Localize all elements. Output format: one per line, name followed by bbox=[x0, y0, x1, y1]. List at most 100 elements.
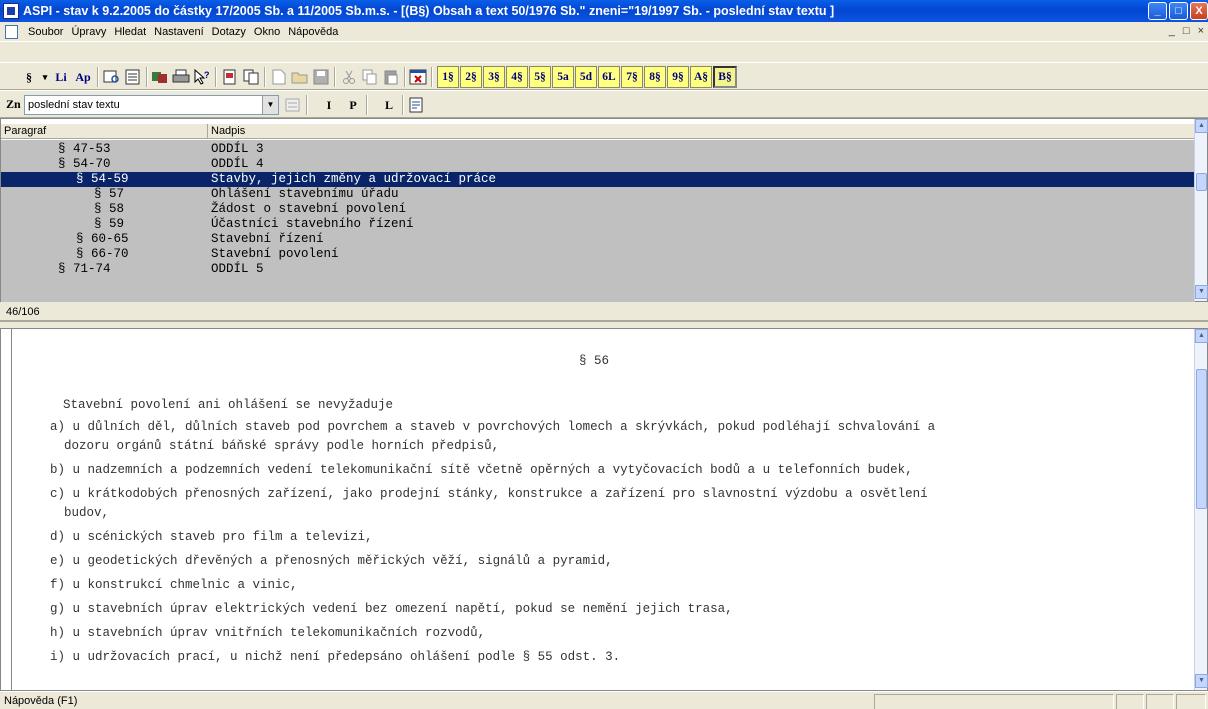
column-header-nadpis[interactable]: Nadpis bbox=[211, 125, 245, 137]
toolbar-separator bbox=[431, 67, 433, 87]
scroll-up-icon[interactable]: ▲ bbox=[1195, 119, 1208, 133]
open-folder-icon[interactable] bbox=[291, 69, 309, 85]
table-row[interactable]: § 57 Ohlášení stavebnímu úřadu bbox=[1, 187, 1195, 202]
row-nadpis: Stavební řízení bbox=[211, 232, 324, 246]
link-icon[interactable] bbox=[151, 69, 169, 85]
chevron-down-icon[interactable]: ▼ bbox=[262, 96, 278, 114]
print-icon[interactable] bbox=[172, 69, 190, 85]
mdi-close-button[interactable]: × bbox=[1198, 25, 1204, 37]
table-row[interactable]: § 47-53 ODDÍL 3 bbox=[1, 142, 1195, 157]
compare-icon[interactable] bbox=[284, 97, 302, 113]
document-line: b) u nadzemních a podzemních vedení tele… bbox=[50, 463, 913, 477]
mdi-restore-button[interactable]: □ bbox=[1183, 25, 1190, 37]
document-line: d) u scénických staveb pro film a televi… bbox=[50, 530, 373, 544]
scroll-thumb[interactable] bbox=[1196, 173, 1207, 191]
scroll-thumb[interactable] bbox=[1196, 369, 1207, 509]
yellow-button-7[interactable]: 7§ bbox=[621, 66, 643, 88]
yellow-button-9[interactable]: 9§ bbox=[667, 66, 689, 88]
new-file-icon[interactable] bbox=[270, 69, 288, 85]
toolbar-separator bbox=[264, 67, 266, 87]
list-icon[interactable] bbox=[124, 69, 142, 85]
row-paragraf: § 59 bbox=[94, 217, 125, 231]
table-row[interactable]: § 71-74 ODDÍL 5 bbox=[1, 262, 1195, 277]
column-divider[interactable] bbox=[207, 124, 208, 139]
menu-soubor[interactable]: Soubor bbox=[24, 26, 67, 38]
table-row[interactable]: § 58 Žádost o stavební povolení bbox=[1, 202, 1195, 217]
scroll-down-icon[interactable]: ▼ bbox=[1195, 674, 1208, 688]
find-icon[interactable] bbox=[103, 69, 121, 85]
version-select-value: poslední stav textu bbox=[28, 99, 120, 111]
paste-icon[interactable] bbox=[382, 69, 400, 85]
yellow-button-5[interactable]: 5§ bbox=[529, 66, 551, 88]
column-header-paragraf[interactable]: Paragraf bbox=[4, 125, 46, 137]
italic-button[interactable]: I bbox=[322, 95, 336, 115]
help-pointer-icon[interactable]: ? bbox=[193, 69, 211, 85]
paragraph-button[interactable]: § bbox=[22, 67, 36, 87]
document-line: f) u konstrukcí chmelnic a vinic, bbox=[50, 578, 298, 592]
yellow-button-3[interactable]: 3§ bbox=[483, 66, 505, 88]
table-row[interactable]: § 59 Účastníci stavebního řízení bbox=[1, 217, 1195, 232]
maximize-button[interactable]: □ bbox=[1169, 2, 1188, 20]
document-list-icon[interactable] bbox=[408, 97, 426, 113]
document-line: i) u udržovacích prací, u nichž není pře… bbox=[50, 650, 621, 664]
save-icon[interactable] bbox=[312, 69, 330, 85]
row-nadpis: ODDÍL 4 bbox=[211, 157, 264, 171]
document-red-icon[interactable] bbox=[221, 69, 239, 85]
table-row[interactable]: § 54-70 ODDÍL 4 bbox=[1, 157, 1195, 172]
yellow-button-b-active[interactable]: B§ bbox=[713, 66, 737, 88]
l-button[interactable]: L bbox=[382, 95, 396, 115]
toc-list: § 47-53 ODDÍL 3 § 54-70 ODDÍL 4 § 54-59 … bbox=[1, 140, 1195, 302]
menu-nastaveni[interactable]: Nastavení bbox=[150, 26, 208, 38]
toolbar-separator bbox=[402, 95, 404, 115]
copy-icon[interactable] bbox=[361, 69, 379, 85]
yellow-button-1[interactable]: 1§ bbox=[437, 66, 459, 88]
row-paragraf: § 54-70 bbox=[58, 157, 111, 171]
document-line: h) u stavebních úprav vnitřních telekomu… bbox=[50, 626, 486, 640]
toc-counter: 46/106 bbox=[6, 306, 40, 318]
yellow-button-a[interactable]: A§ bbox=[690, 66, 712, 88]
menu-okno[interactable]: Okno bbox=[250, 26, 284, 38]
menu-hledat[interactable]: Hledat bbox=[110, 26, 150, 38]
copy-document-icon[interactable] bbox=[242, 69, 260, 85]
close-button[interactable]: X bbox=[1190, 2, 1208, 20]
row-nadpis: Žádost o stavební povolení bbox=[211, 202, 407, 216]
menu-upravy[interactable]: Úpravy bbox=[67, 26, 110, 38]
table-row-selected[interactable]: § 54-59 Stavby, jejich změny a udržovací… bbox=[1, 172, 1195, 187]
ap-button[interactable]: Ap bbox=[74, 67, 92, 87]
p-button[interactable]: P bbox=[346, 95, 360, 115]
toolbar-separator bbox=[306, 95, 308, 115]
yellow-button-2[interactable]: 2§ bbox=[460, 66, 482, 88]
table-row[interactable]: § 60-65 Stavební řízení bbox=[1, 232, 1195, 247]
title-bar: ASPI - stav k 9.2.2005 do částky 17/2005… bbox=[0, 0, 1208, 22]
status-panel bbox=[874, 694, 1114, 709]
document-heading: § 56 bbox=[579, 354, 610, 368]
toolbar-separator bbox=[215, 67, 217, 87]
document-line: dozoru orgánů státní báňské správy podle… bbox=[64, 439, 500, 453]
scroll-down-icon[interactable]: ▼ bbox=[1195, 285, 1208, 299]
yellow-button-6l[interactable]: 6L bbox=[598, 66, 620, 88]
document-icon[interactable] bbox=[5, 24, 18, 39]
version-select[interactable]: poslední stav textu ▼ bbox=[24, 95, 279, 115]
minimize-button[interactable]: _ bbox=[1148, 2, 1167, 20]
yellow-button-8[interactable]: 8§ bbox=[644, 66, 666, 88]
menu-dotazy[interactable]: Dotazy bbox=[208, 26, 250, 38]
yellow-button-4[interactable]: 4§ bbox=[506, 66, 528, 88]
close-document-icon[interactable] bbox=[409, 69, 427, 85]
row-paragraf: § 57 bbox=[94, 187, 125, 201]
yellow-button-5d[interactable]: 5d bbox=[575, 66, 597, 88]
document-scrollbar[interactable]: ▲ ▼ bbox=[1194, 329, 1208, 690]
cut-icon[interactable] bbox=[340, 69, 358, 85]
li-button[interactable]: Li bbox=[52, 67, 70, 87]
toc-counter-bar: 46/106 bbox=[0, 302, 1208, 322]
document-line: e) u geodetických dřevěných a přenosných… bbox=[50, 554, 613, 568]
table-row[interactable]: § 66-70 Stavební povolení bbox=[1, 247, 1195, 262]
version-toolbar: Zn poslední stav textu ▼ I P L bbox=[0, 90, 1208, 118]
toc-scrollbar[interactable]: ▲ ▼ bbox=[1194, 119, 1208, 301]
scroll-up-icon[interactable]: ▲ bbox=[1195, 329, 1208, 343]
app-icon[interactable] bbox=[3, 3, 19, 19]
row-nadpis: Účastníci stavebního řízení bbox=[211, 217, 414, 231]
mdi-minimize-button[interactable]: _ bbox=[1169, 25, 1175, 37]
menu-napoveda[interactable]: Nápověda bbox=[284, 26, 342, 38]
yellow-button-5a[interactable]: 5a bbox=[552, 66, 574, 88]
paragraph-dropdown-arrow[interactable]: ▾ bbox=[40, 67, 50, 87]
